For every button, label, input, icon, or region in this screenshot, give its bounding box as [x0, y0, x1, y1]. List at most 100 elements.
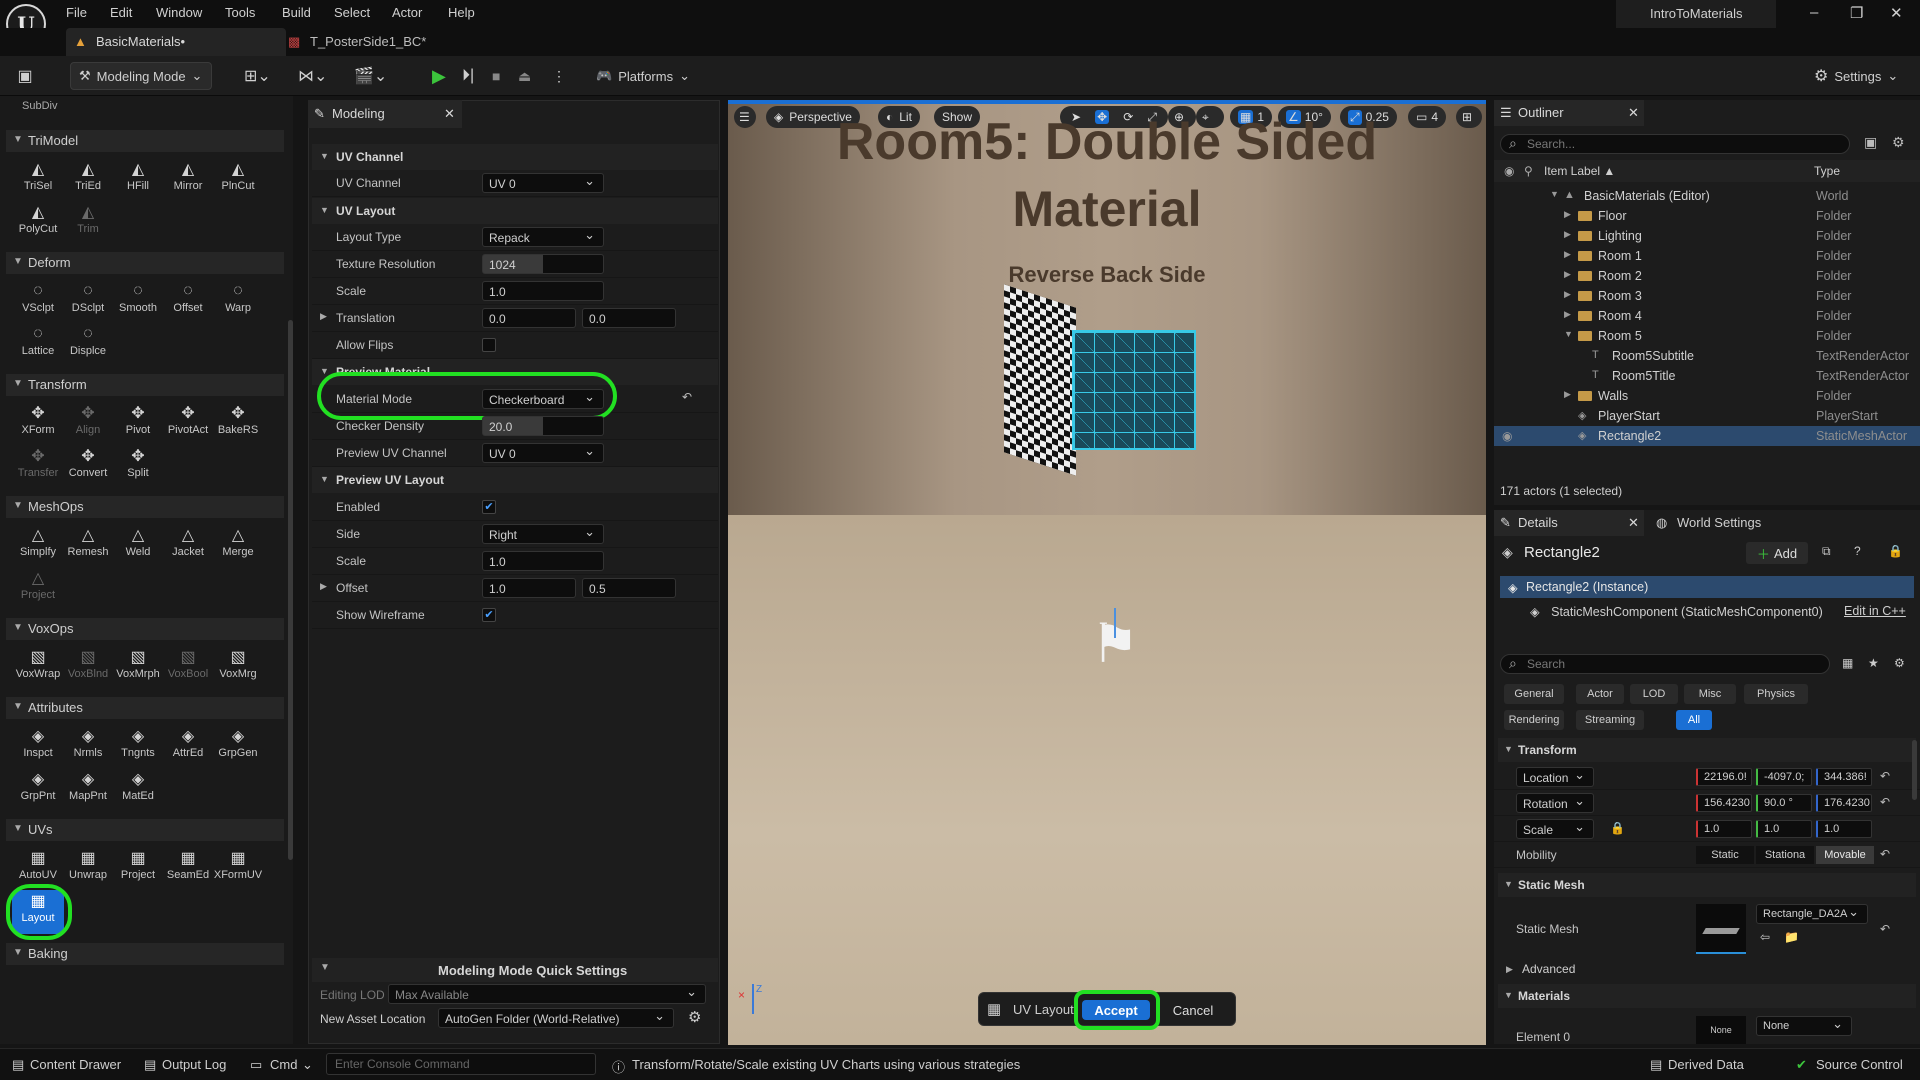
rotation-x[interactable]: 156.4230: [1696, 794, 1752, 812]
close-window-icon[interactable]: ✕: [1890, 4, 1903, 22]
platforms-button[interactable]: 🎮 Platforms ⌄: [596, 62, 690, 90]
scale-dropdown[interactable]: Scale: [1516, 819, 1594, 839]
mobility-static[interactable]: Static: [1696, 846, 1754, 864]
palette-section-baking[interactable]: Baking: [6, 943, 284, 965]
more-options-icon[interactable]: ⋮: [552, 62, 566, 90]
show-wireframe-checkbox[interactable]: ✔: [482, 608, 496, 622]
expand-arrow-icon[interactable]: ▶: [1564, 309, 1571, 320]
palette-section-transform[interactable]: Transform: [6, 374, 284, 396]
location-y[interactable]: -4097.0;: [1756, 768, 1812, 786]
close-icon[interactable]: ✕: [1628, 515, 1639, 531]
checker-density-input[interactable]: 20.0: [482, 416, 604, 436]
static-mesh-dropdown[interactable]: Rectangle_DA2A: [1756, 904, 1868, 924]
mobility-stationary[interactable]: Stationa: [1756, 846, 1814, 864]
location-x[interactable]: 22196.0!: [1696, 768, 1752, 786]
section-materials[interactable]: Materials: [1498, 984, 1916, 1008]
component-instance-row[interactable]: ◈ Rectangle2 (Instance): [1500, 576, 1914, 598]
reset-icon[interactable]: ↶: [682, 390, 692, 404]
outliner-row[interactable]: ▶ Room 4 Folder: [1494, 306, 1920, 326]
tool-bakers[interactable]: ✥ BakeRS: [214, 402, 262, 444]
tool-merge[interactable]: △ Merge: [214, 524, 262, 566]
add-component-button[interactable]: ＋ Add: [1746, 542, 1808, 564]
palette-section-deform[interactable]: Deform: [6, 252, 284, 274]
modeling-tab[interactable]: ✎ Modeling ✕: [308, 100, 462, 128]
category-lod[interactable]: LOD: [1630, 684, 1678, 704]
tab-texture[interactable]: ▩ T_PosterSide1_BC*: [280, 28, 450, 56]
texture-resolution-input[interactable]: 1024: [482, 254, 604, 274]
derived-data-button[interactable]: Derived Data: [1668, 1057, 1744, 1072]
tool-plncut[interactable]: ◭ PlnCut: [214, 158, 262, 200]
tool-trim[interactable]: ◭ Trim: [64, 201, 112, 243]
menu-build[interactable]: Build: [282, 5, 311, 20]
category-actor[interactable]: Actor: [1576, 684, 1624, 704]
tool-jacket[interactable]: △ Jacket: [164, 524, 212, 566]
expand-arrow-icon[interactable]: ▶: [320, 311, 327, 322]
outliner-row[interactable]: ▶ Floor Folder: [1494, 206, 1920, 226]
cinematics-icon[interactable]: 🎬⌄: [354, 62, 387, 90]
details-search[interactable]: Search: [1500, 654, 1830, 674]
location-z[interactable]: 344.386!: [1816, 768, 1872, 786]
mesh-thumbnail[interactable]: [1696, 904, 1746, 954]
play-icon[interactable]: ▶: [432, 62, 446, 90]
outliner-row[interactable]: T Room5Subtitle TextRenderActor: [1494, 346, 1920, 366]
preview-scale-input[interactable]: 1.0: [482, 551, 604, 571]
new-asset-location-dropdown[interactable]: AutoGen Folder (World-Relative): [438, 1008, 674, 1028]
tool-unwrap[interactable]: ▦ Unwrap: [64, 847, 112, 889]
outliner-row[interactable]: T Room5Title TextRenderActor: [1494, 366, 1920, 386]
maximize-icon[interactable]: ❐: [1850, 4, 1863, 22]
section-static-mesh[interactable]: Static Mesh: [1498, 873, 1916, 897]
tool-mated[interactable]: ◈ MatEd: [114, 768, 162, 810]
tool-attred[interactable]: ◈ AttrEd: [164, 725, 212, 767]
tool-smooth[interactable]: ◌ Smooth: [114, 280, 162, 322]
mode-selector[interactable]: ⚒ Modeling Mode ⌄: [70, 62, 212, 90]
use-selected-icon[interactable]: ⇦: [1760, 930, 1770, 944]
tool-polycut[interactable]: ◭ PolyCut: [14, 201, 62, 243]
translation-x-input[interactable]: 0.0: [482, 308, 576, 328]
tool-convert[interactable]: ✥ Convert: [64, 445, 112, 487]
category-physics[interactable]: Physics: [1744, 684, 1808, 704]
editing-lod-dropdown[interactable]: Max Available: [388, 984, 706, 1004]
uv-channel-dropdown[interactable]: UV 0: [482, 173, 604, 193]
details-tab[interactable]: ✎ Details ✕: [1494, 510, 1644, 536]
offset-x-input[interactable]: 1.0: [482, 578, 576, 598]
section-preview-uv-layout[interactable]: Preview UV Layout: [312, 467, 718, 493]
outliner-row[interactable]: ▼ ▲ BasicMaterials (Editor) World: [1494, 186, 1920, 206]
output-log-button[interactable]: Output Log: [162, 1057, 226, 1072]
menu-tools[interactable]: Tools: [225, 5, 255, 20]
outliner-row[interactable]: ▶ Lighting Folder: [1494, 226, 1920, 246]
tool-voxbool[interactable]: ▧ VoxBool: [164, 646, 212, 688]
gear-icon[interactable]: ⚙: [1892, 134, 1905, 151]
tool-nrmls[interactable]: ◈ Nrmls: [64, 725, 112, 767]
outliner-tab[interactable]: ☰ Outliner ✕: [1494, 100, 1644, 126]
gear-icon[interactable]: ⚙: [1894, 656, 1905, 670]
content-drawer-button[interactable]: Content Drawer: [30, 1057, 121, 1072]
outliner-row[interactable]: ▶ Room 3 Folder: [1494, 286, 1920, 306]
advanced-label[interactable]: Advanced: [1522, 962, 1575, 976]
rotation-z[interactable]: 176.4230: [1816, 794, 1872, 812]
pin-icon[interactable]: ⚲: [1524, 164, 1533, 178]
reset-icon[interactable]: ↶: [1880, 847, 1890, 861]
tool-autouv[interactable]: ▦ AutoUV: [14, 847, 62, 889]
world-settings-tab[interactable]: ◍ World Settings: [1656, 515, 1761, 531]
actor-name[interactable]: Rectangle2: [1524, 544, 1600, 561]
outliner-row[interactable]: ▶ Room 2 Folder: [1494, 266, 1920, 286]
menu-help[interactable]: Help: [448, 5, 475, 20]
expand-arrow-icon[interactable]: ▶: [1506, 964, 1513, 975]
stop-icon[interactable]: ■: [492, 62, 500, 90]
help-icon[interactable]: ?: [1854, 544, 1861, 558]
outliner-row[interactable]: ◈ PlayerStart PlayerStart: [1494, 406, 1920, 426]
tool-inspct[interactable]: ◈ Inspct: [14, 725, 62, 767]
menu-file[interactable]: File: [66, 5, 87, 20]
tool-mappnt[interactable]: ◈ MapPnt: [64, 768, 112, 810]
lock-icon[interactable]: 🔒: [1610, 821, 1625, 835]
tool-align[interactable]: ✥ Align: [64, 402, 112, 444]
details-scrollbar[interactable]: [1912, 740, 1917, 800]
layout-type-dropdown[interactable]: Repack: [482, 227, 604, 247]
tool-remesh[interactable]: △ Remesh: [64, 524, 112, 566]
tool-voxmrph[interactable]: ▧ VoxMrph: [114, 646, 162, 688]
tool-hfill[interactable]: ◭ HFill: [114, 158, 162, 200]
collapse-arrow-icon[interactable]: ▼: [320, 962, 330, 973]
palette-section-meshops[interactable]: MeshOps: [6, 496, 284, 518]
table-view-icon[interactable]: ▦: [1842, 656, 1853, 670]
palette-section-uvs[interactable]: UVs: [6, 819, 284, 841]
